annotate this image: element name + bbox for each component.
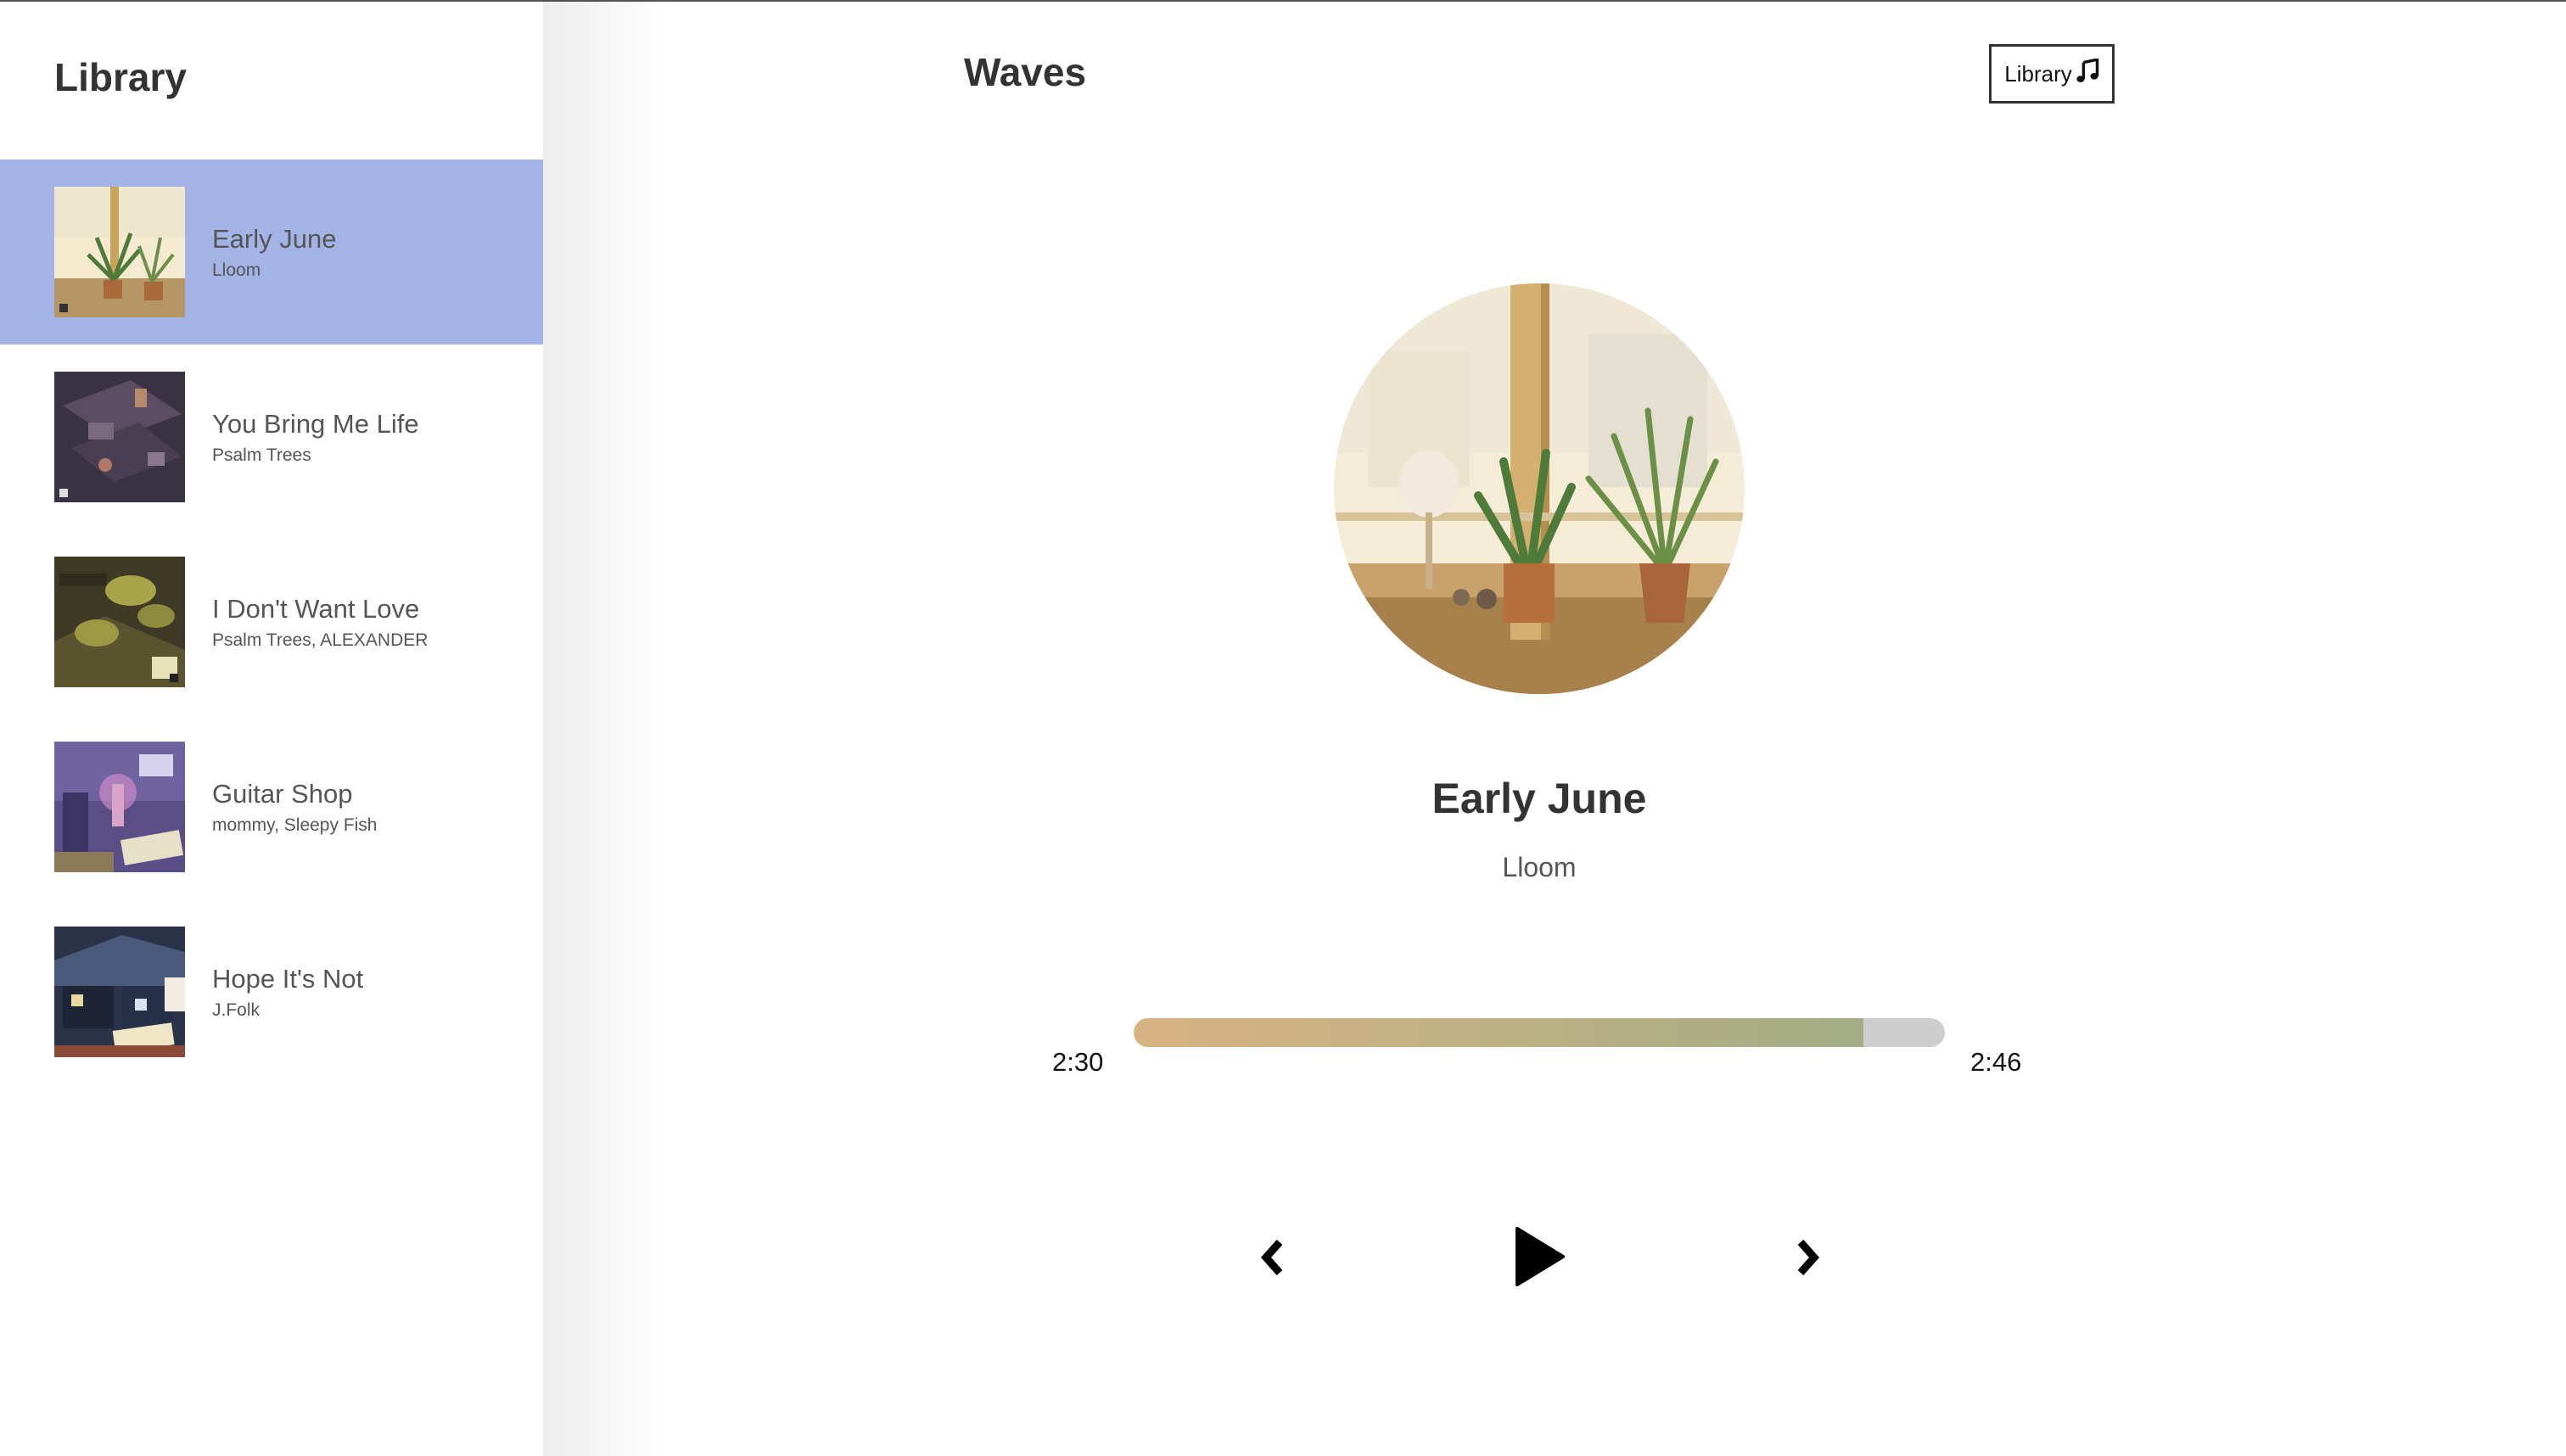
song-title: Guitar Shop xyxy=(212,778,353,809)
library-toggle-button[interactable]: Library xyxy=(1989,44,2115,104)
song-meta: Hope It's Not J.Folk xyxy=(212,963,363,1022)
library-title: Library xyxy=(54,55,187,99)
library-panel-shadow xyxy=(543,0,670,1456)
skip-forward-button[interactable] xyxy=(1792,1237,1823,1278)
song-artist: Psalm Trees xyxy=(212,445,311,466)
song-cover xyxy=(54,187,185,317)
current-time: 2:30 xyxy=(1052,1047,1104,1077)
song-cover xyxy=(54,927,185,1057)
chevron-right-icon xyxy=(1797,1240,1820,1275)
song-artist: Psalm Trees, ALEXANDER xyxy=(212,630,429,651)
song-artist: mommy, Sleepy Fish xyxy=(212,815,378,836)
song-artist: Lloom xyxy=(212,260,261,281)
play-icon xyxy=(1516,1227,1565,1286)
song-meta: Early June Lloom xyxy=(212,223,336,282)
skip-back-button[interactable] xyxy=(1258,1237,1288,1278)
library-button-label: Library xyxy=(2004,60,2072,87)
duration: 2:46 xyxy=(1970,1047,2022,1077)
song-meta: Guitar Shop mommy, Sleepy Fish xyxy=(212,778,378,837)
song-list: Early June Lloom You Bring Me Life Psalm… xyxy=(0,160,543,1084)
music-note-icon xyxy=(2076,57,2099,90)
song-artist: J.Folk xyxy=(212,1000,261,1021)
song-cover xyxy=(54,372,185,502)
now-playing-title: Early June xyxy=(1431,775,1647,822)
album-art xyxy=(1334,283,1745,694)
song-cover xyxy=(54,557,185,687)
song-meta: I Don't Want Love Psalm Trees, ALEXANDER xyxy=(212,593,428,652)
song-item-guitar-shop[interactable]: Guitar Shop mommy, Sleepy Fish xyxy=(0,714,543,899)
progress-fill xyxy=(1134,1018,1864,1047)
song-title: I Don't Want Love xyxy=(212,593,420,624)
song-cover xyxy=(54,742,185,872)
app-title: Waves xyxy=(964,50,1087,94)
library-panel: Library Early June Lloom You Bring Me Li… xyxy=(0,2,543,1456)
now-playing-artist: Lloom xyxy=(1502,852,1577,882)
song-title: Early June xyxy=(212,223,337,254)
song-item-i-dont-want-love[interactable]: I Don't Want Love Psalm Trees, ALEXANDER xyxy=(0,529,543,714)
play-button[interactable] xyxy=(1514,1227,1565,1286)
song-title: Hope It's Not xyxy=(212,963,364,994)
song-item-hope-its-not[interactable]: Hope It's Not J.Folk xyxy=(0,899,543,1084)
chevron-left-icon xyxy=(1260,1240,1283,1275)
song-meta: You Bring Me Life Psalm Trees xyxy=(212,408,419,467)
song-title: You Bring Me Life xyxy=(212,408,419,439)
progress-slider[interactable] xyxy=(1134,1018,1945,1047)
song-item-you-bring-me-life[interactable]: You Bring Me Life Psalm Trees xyxy=(0,344,543,529)
song-item-early-june[interactable]: Early June Lloom xyxy=(0,160,543,344)
